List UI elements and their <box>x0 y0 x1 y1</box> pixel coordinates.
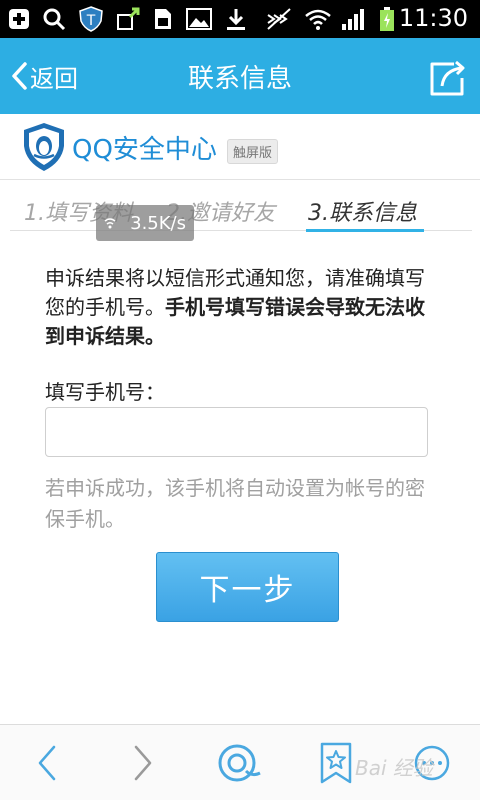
nav-home-button[interactable] <box>216 741 261 785</box>
add-icon <box>6 6 32 32</box>
network-speed-overlay: 3.5K/s <box>96 205 194 241</box>
share-icon <box>430 60 465 96</box>
share-button[interactable] <box>428 58 468 98</box>
nav-back-button[interactable] <box>26 741 70 785</box>
sim-icon <box>150 6 176 32</box>
nav-bookmark-button[interactable] <box>316 741 360 785</box>
status-time: 11:30 <box>398 4 468 32</box>
brand-header: QQ安全中心 触屏版 <box>0 114 480 180</box>
upload-icon <box>114 6 144 32</box>
search-icon <box>40 6 68 32</box>
wifi-dot-icon <box>104 218 116 229</box>
phone-field-label: 填写手机号： <box>45 380 165 404</box>
speed-value: 3.5K/s <box>130 212 186 234</box>
watermark: Bai 经验 <box>355 756 433 780</box>
bookmark-icon <box>320 742 352 784</box>
step-tabs: 1.填写资料 2.邀请好友 3.联系信息 <box>0 181 480 233</box>
nav-forward-button[interactable] <box>120 741 164 785</box>
hint-text: 若申诉成功，该手机将自动设置为帐号的密保手机。 <box>45 476 425 531</box>
active-step-indicator <box>306 229 424 232</box>
shield-t-icon: T <box>76 6 106 32</box>
touch-version-badge: 触屏版 <box>227 139 279 164</box>
title-bar: 返回 联系信息 <box>0 38 480 114</box>
qq-security-logo <box>22 122 66 172</box>
notice-text: 申诉结果将以短信形式通知您，请准确填写您的手机号。手机号填写错误会导致无法收到申… <box>45 264 440 351</box>
brand-name: QQ安全中心 <box>72 135 217 165</box>
image-icon <box>184 6 214 32</box>
next-step-button[interactable]: 下一步 <box>156 552 339 622</box>
qq-browser-icon <box>218 744 261 782</box>
svg-text:T: T <box>86 13 96 29</box>
battery-icon <box>374 6 400 32</box>
download-icon <box>222 6 250 32</box>
forward-icon <box>134 745 152 781</box>
wifi-icon <box>302 6 334 32</box>
step-3: 3.联系信息 <box>308 201 417 226</box>
mute-icon <box>262 6 296 32</box>
status-bar: T 11:30 <box>0 0 480 38</box>
phone-input[interactable] <box>45 407 428 457</box>
signal-icon <box>338 6 370 32</box>
page-title: 联系信息 <box>187 64 292 94</box>
back-icon <box>38 745 56 781</box>
